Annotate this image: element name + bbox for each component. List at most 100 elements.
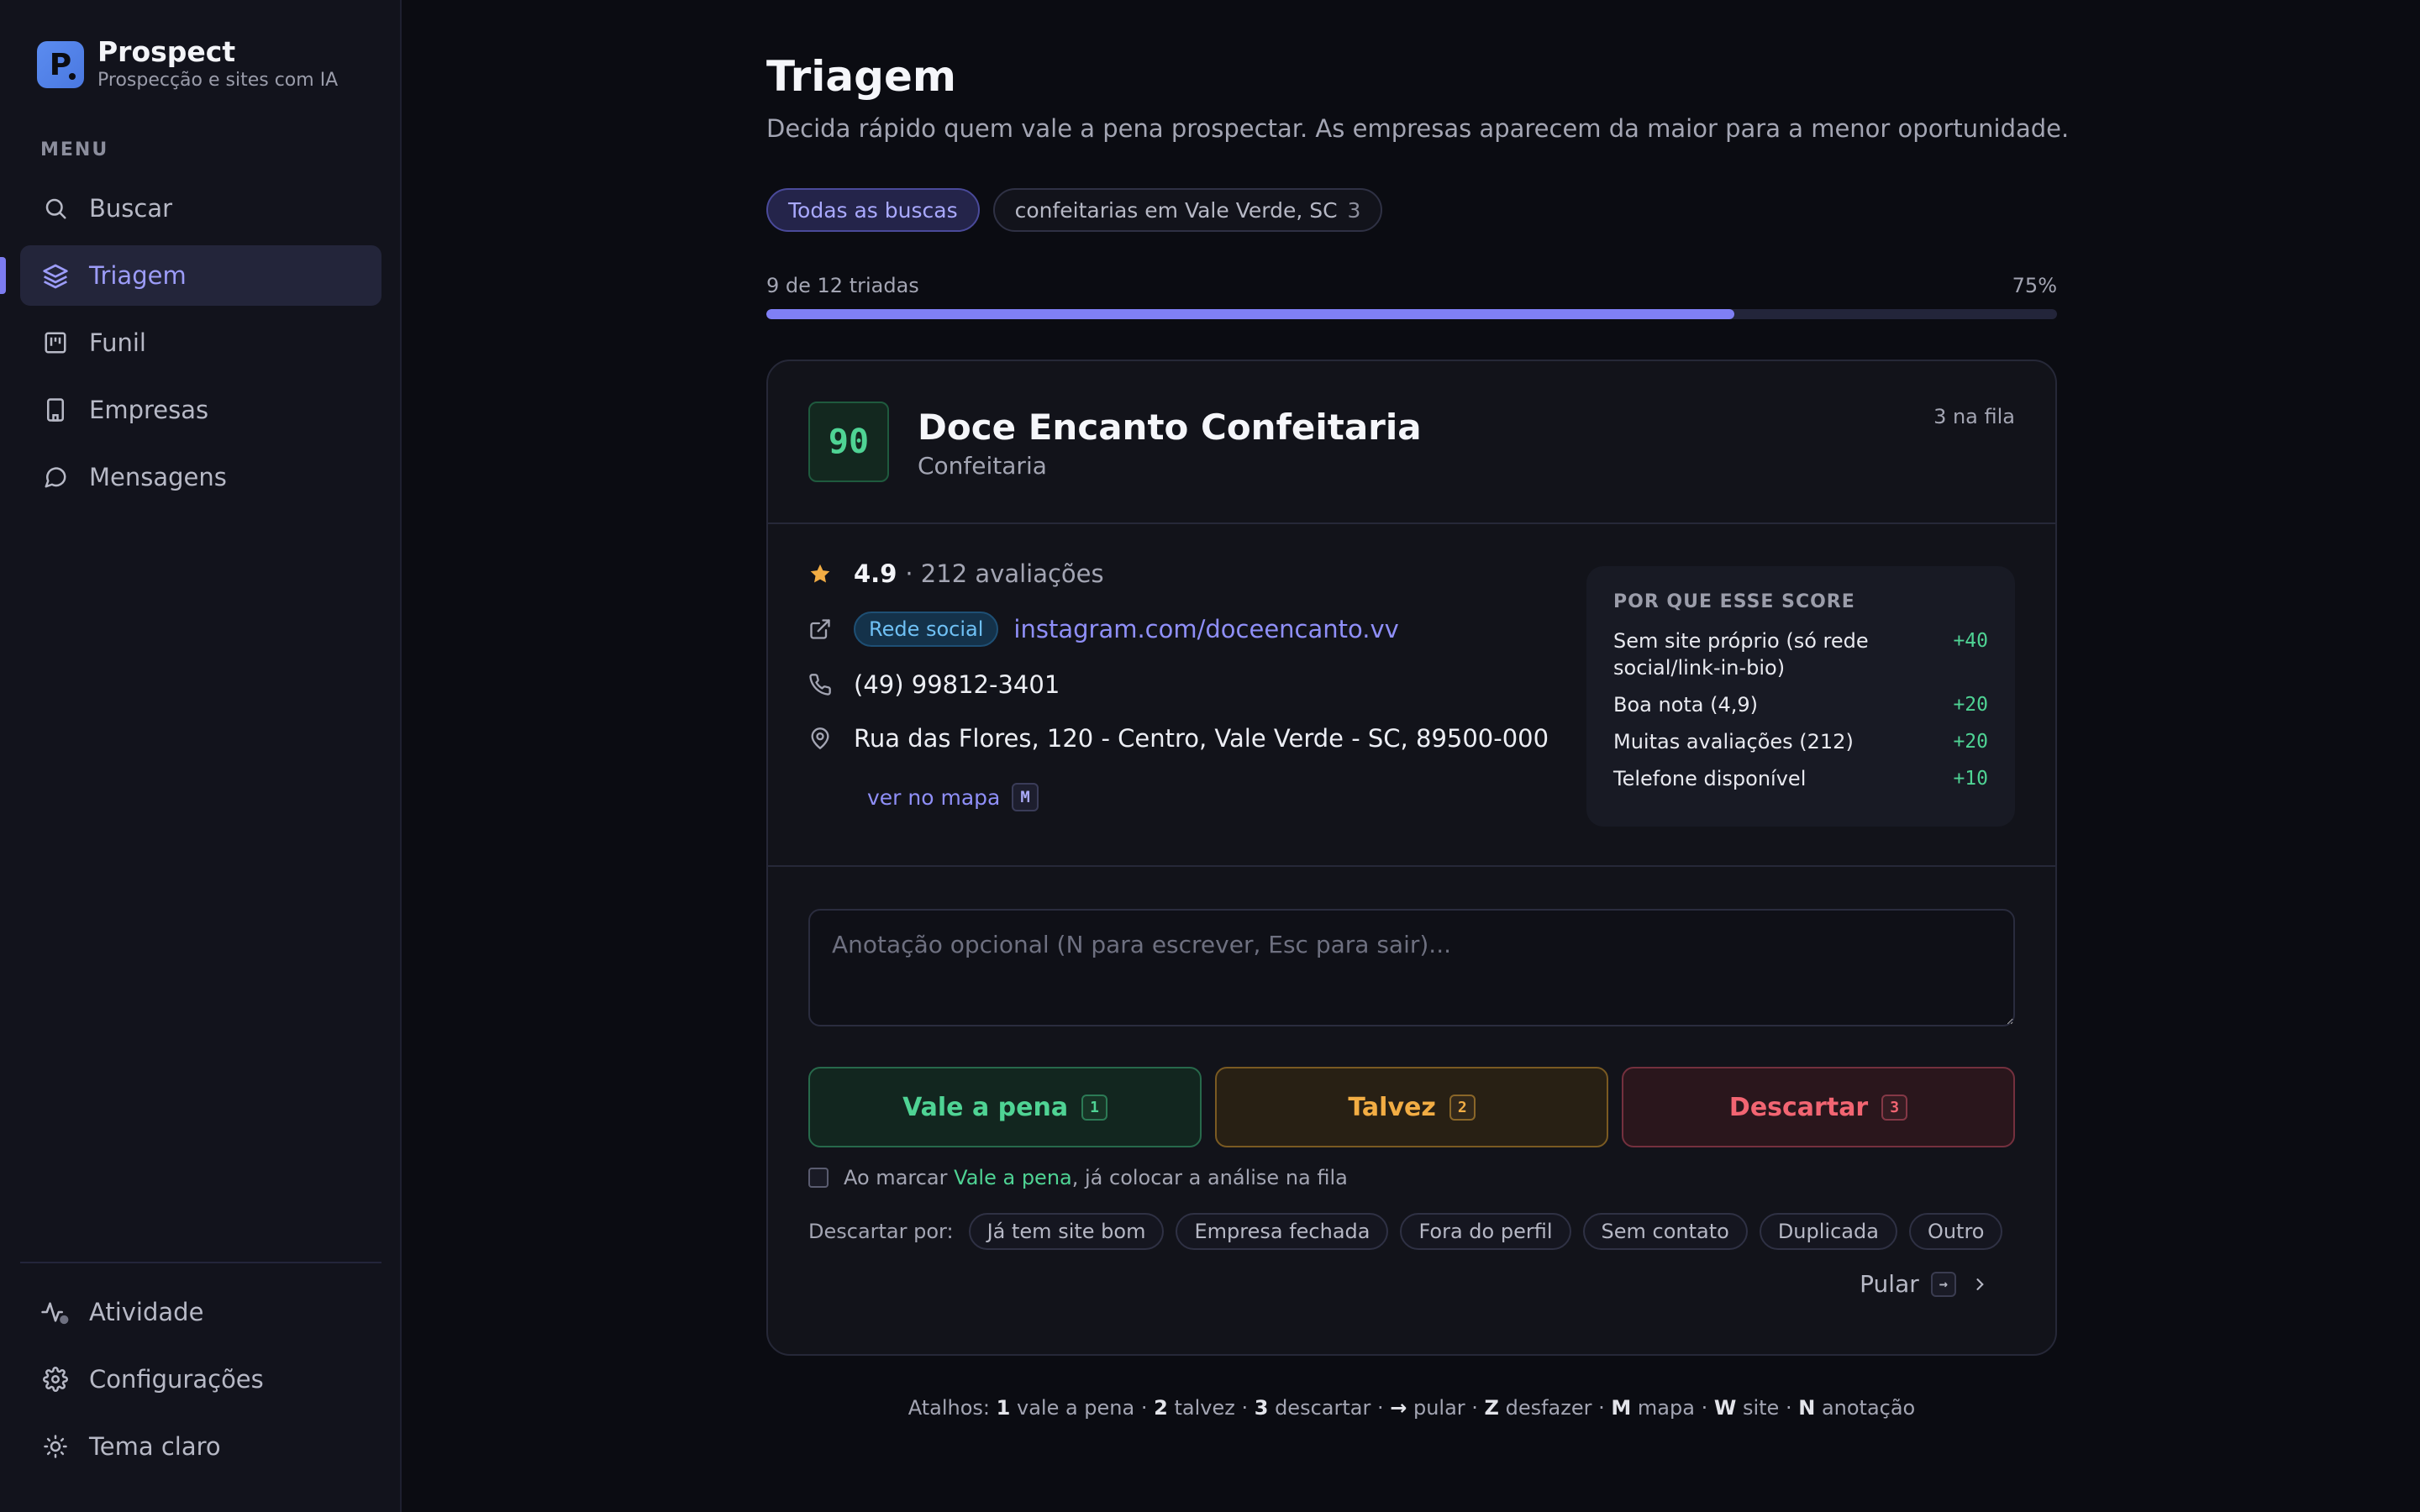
card-divider — [768, 865, 2055, 867]
activity-icon — [40, 1297, 71, 1327]
sun-icon — [40, 1431, 71, 1462]
button-label: Talvez — [1348, 1092, 1436, 1122]
discard-label: Descartar por: — [808, 1220, 954, 1243]
score-row-value: +40 — [1953, 630, 1988, 652]
website-link[interactable]: instagram.com/doceencanto.vv — [1013, 615, 1398, 643]
shortcut-key: → — [1390, 1396, 1407, 1420]
score-row: Telefone disponível +10 — [1613, 765, 1988, 792]
app-logo: P — [37, 41, 84, 88]
menu-label: MENU — [40, 139, 109, 160]
shortcut-desc: descartar — [1275, 1396, 1371, 1420]
sidebar-item-label: Atividade — [89, 1298, 204, 1326]
sidebar-item-atividade[interactable]: Atividade — [20, 1282, 381, 1342]
sidebar-item-empresas[interactable]: Empresas — [20, 380, 381, 440]
sidebar-divider — [20, 1262, 381, 1263]
score-row: Boa nota (4,9) +20 — [1613, 691, 1988, 718]
page-title: Triagem — [766, 52, 956, 101]
score-row-label: Telefone disponível — [1613, 767, 1807, 790]
sidebar-item-tema-claro[interactable]: Tema claro — [20, 1416, 381, 1477]
auto-queue-suffix: , já colocar a análise na fila — [1071, 1166, 1348, 1189]
discard-reason-chip[interactable]: Sem contato — [1582, 1213, 1748, 1250]
website-row: Rede social instagram.com/doceencanto.vv — [808, 612, 1399, 647]
auto-queue-checkbox[interactable] — [808, 1168, 829, 1188]
worth-it-button[interactable]: Vale a pena 1 — [808, 1067, 1202, 1147]
phone-number[interactable]: (49) 99812-3401 — [854, 670, 1060, 699]
filter-chip-label: confeitarias em Vale Verde, SC — [1014, 197, 1338, 223]
sidebar-item-label: Empresas — [89, 396, 209, 424]
sidebar: P Prospect Prospecção e sites com IA MEN… — [0, 0, 402, 1512]
discard-reasons: Descartar por: Já tem site bom Empresa f… — [808, 1213, 2014, 1250]
progress-bar — [766, 309, 2057, 319]
sidebar-item-label: Configurações — [89, 1365, 264, 1394]
address-row: Rua das Flores, 120 - Centro, Vale Verde… — [808, 724, 1549, 753]
score-row-value: +20 — [1953, 731, 1988, 753]
shortcut-key: 2 — [1449, 1094, 1476, 1121]
button-label: Vale a pena — [902, 1092, 1069, 1122]
keyboard-shortcuts: Atalhos: 1 vale a pena · 2 talvez · 3 de… — [908, 1396, 1916, 1420]
sidebar-item-label: Buscar — [89, 194, 173, 223]
score-row-label: Sem site próprio (só rede social/link-in… — [1613, 629, 1869, 680]
shortcut-desc: anotação — [1821, 1396, 1916, 1420]
score-row-label: Muitas avaliações (212) — [1613, 730, 1854, 753]
phone-row: (49) 99812-3401 — [808, 670, 1060, 699]
card-header: 90 Doce Encanto Confeitaria Confeitaria … — [768, 361, 2055, 524]
skip-shortcut-key: → — [1930, 1271, 1956, 1297]
map-link-label: ver no mapa — [867, 785, 1001, 810]
score-breakdown: POR QUE ESSE SCORE Sem site próprio (só … — [1586, 566, 2015, 827]
sidebar-item-label: Tema claro — [89, 1432, 221, 1461]
building-icon — [40, 395, 71, 425]
sidebar-item-label: Triagem — [89, 261, 187, 290]
progress-fill — [766, 309, 1734, 319]
score-badge: 90 — [808, 402, 889, 482]
discard-reason-chip[interactable]: Já tem site bom — [968, 1213, 1165, 1250]
discard-reason-chip[interactable]: Fora do perfil — [1400, 1213, 1571, 1250]
score-breakdown-title: POR QUE ESSE SCORE — [1613, 591, 1855, 612]
page-subtitle: Decida rápido quem vale a pena prospecta… — [766, 114, 2070, 143]
rating-row: 4.9 · 212 avaliações — [808, 559, 1104, 588]
skip-button[interactable]: Pular → — [1860, 1270, 1988, 1298]
brand[interactable]: P Prospect Prospecção e sites com IA — [37, 37, 338, 92]
decision-buttons: Vale a pena 1 Talvez 2 Descartar 3 — [808, 1067, 2015, 1147]
progress-label: 9 de 12 triadas — [766, 274, 919, 297]
score-row-value: +10 — [1953, 768, 1988, 790]
shortcut-desc: vale a pena — [1017, 1396, 1135, 1420]
address: Rua das Flores, 120 - Centro, Vale Verde… — [854, 724, 1549, 753]
review-count: · 212 avaliações — [905, 559, 1104, 588]
map-link[interactable]: ver no mapa M — [867, 783, 1039, 811]
maybe-button[interactable]: Talvez 2 — [1215, 1067, 1608, 1147]
sidebar-item-configuracoes[interactable]: Configurações — [20, 1349, 381, 1410]
filter-chip-search[interactable]: confeitarias em Vale Verde, SC 3 — [992, 188, 1383, 232]
discard-reason-chip[interactable]: Empresa fechada — [1176, 1213, 1389, 1250]
score-row: Muitas avaliações (212) +20 — [1613, 728, 1988, 755]
sidebar-item-triagem[interactable]: Triagem — [0, 245, 381, 306]
shortcut-desc: talvez — [1174, 1396, 1235, 1420]
map-shortcut-key: M — [1012, 783, 1039, 811]
auto-queue-highlight: Vale a pena — [954, 1166, 1072, 1189]
sidebar-item-mensagens[interactable]: Mensagens — [20, 447, 381, 507]
discard-reason-chip[interactable]: Duplicada — [1759, 1213, 1897, 1250]
company-name: Doce Encanto Confeitaria — [918, 407, 1422, 448]
shortcut-desc: mapa — [1637, 1396, 1695, 1420]
sidebar-item-label: Funil — [89, 328, 146, 357]
sidebar-item-label: Mensagens — [89, 463, 227, 491]
discard-button[interactable]: Descartar 3 — [1622, 1067, 2015, 1147]
app-tagline: Prospecção e sites com IA — [97, 70, 339, 91]
auto-queue-option[interactable]: Ao marcar Vale a pena, já colocar a anál… — [808, 1166, 1348, 1189]
filter-chip-count: 3 — [1347, 197, 1361, 223]
sidebar-item-buscar[interactable]: Buscar — [20, 178, 381, 239]
discard-reason-chip[interactable]: Outro — [1908, 1213, 2003, 1250]
sidebar-item-funil[interactable]: Funil — [20, 312, 381, 373]
company-card: 90 Doce Encanto Confeitaria Confeitaria … — [766, 360, 2057, 1356]
shortcut-key: N — [1798, 1396, 1816, 1420]
note-input[interactable] — [808, 909, 2015, 1026]
shortcut-key: 1 — [996, 1396, 1011, 1420]
phone-icon — [808, 673, 832, 696]
filter-chip-all[interactable]: Todas as buscas — [766, 188, 980, 232]
company-category: Confeitaria — [918, 452, 1047, 480]
score-row: Sem site próprio (só rede social/link-in… — [1613, 627, 1988, 681]
score-row-label: Boa nota (4,9) — [1613, 693, 1759, 717]
skip-label: Pular — [1860, 1270, 1919, 1298]
shortcut-key: M — [1611, 1396, 1632, 1420]
shortcut-key: 3 — [1881, 1094, 1908, 1121]
message-icon — [40, 462, 71, 492]
